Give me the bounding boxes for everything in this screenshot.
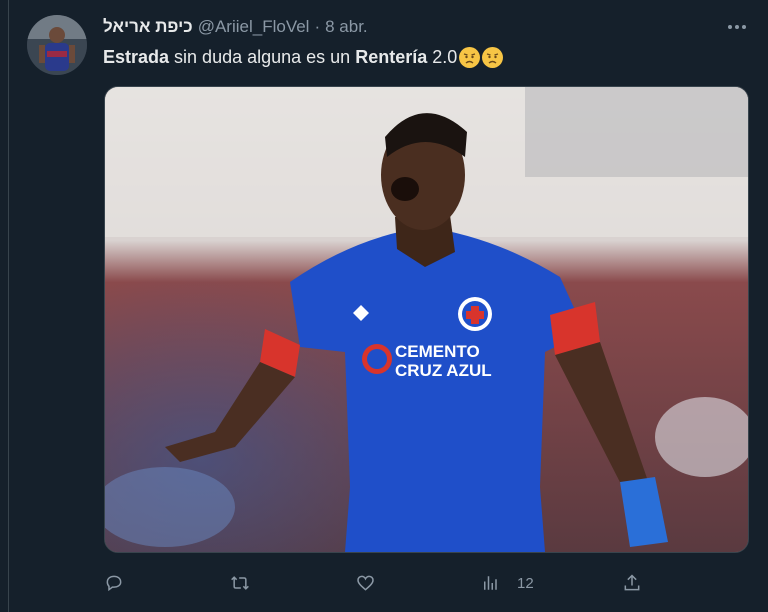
- display-name[interactable]: כיפת אריאל: [103, 17, 193, 37]
- tweet-actions: 12: [0, 566, 768, 600]
- reply-button[interactable]: [104, 566, 124, 600]
- sponsor-text-1: CEMENTO: [395, 342, 480, 361]
- tweet-text-end: 2.0: [427, 47, 458, 67]
- share-button[interactable]: [622, 566, 642, 600]
- tweet-text: Estrada sin duda alguna es un Rentería 2…: [103, 44, 504, 70]
- tweet-text-bold-1: Estrada: [103, 47, 170, 67]
- avatar-image: [27, 15, 87, 75]
- tweet-text-middle: sin duda alguna es un: [169, 47, 356, 67]
- heart-icon: [357, 575, 374, 591]
- retweet-button[interactable]: [229, 566, 251, 600]
- avatar[interactable]: [27, 15, 87, 75]
- photo-football-player: CEMENTO CRUZ AZUL: [105, 87, 748, 552]
- retweet-icon: [231, 576, 249, 590]
- views-button[interactable]: 12: [481, 566, 534, 600]
- worried-face-icon: [459, 46, 481, 68]
- timeline-border: [8, 0, 9, 612]
- reply-icon: [106, 575, 122, 592]
- worried-face-icon: [482, 46, 504, 68]
- share-icon: [624, 574, 640, 591]
- views-chart-icon: [484, 576, 497, 590]
- tweet-text-bold-2: Rentería: [355, 47, 428, 67]
- tweet-date[interactable]: 8 abr.: [325, 17, 368, 37]
- views-count: 12: [517, 574, 534, 592]
- more-options-icon[interactable]: [722, 14, 752, 40]
- separator-dot: ·: [314, 17, 321, 36]
- like-button[interactable]: [355, 566, 376, 600]
- tweet-photo[interactable]: CEMENTO CRUZ AZUL: [104, 86, 749, 553]
- tweet-header: כיפת אריאל @Ariiel_FloVel · 8 abr.: [103, 14, 368, 40]
- user-handle[interactable]: @Ariiel_FloVel: [198, 17, 310, 37]
- sponsor-text-2: CRUZ AZUL: [395, 361, 492, 380]
